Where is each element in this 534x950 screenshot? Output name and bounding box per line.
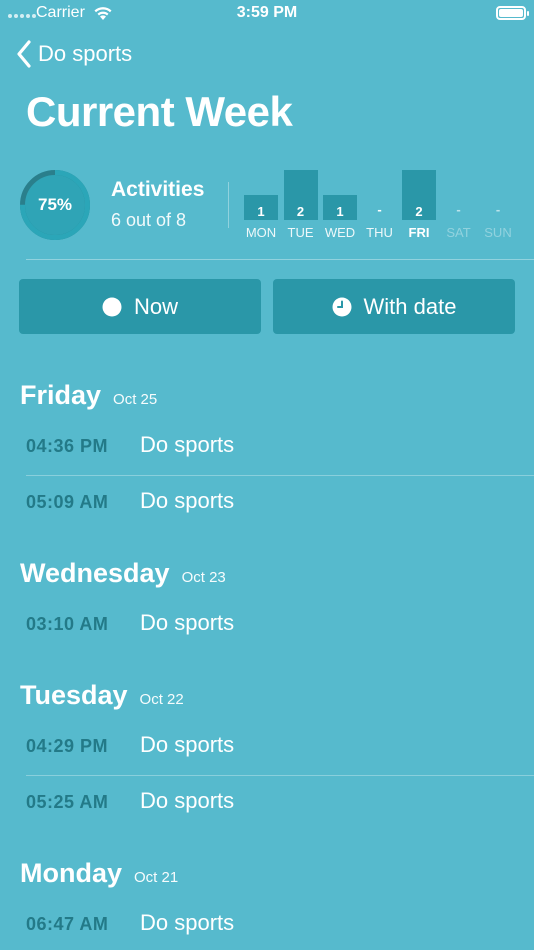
section-header: Monday Oct 21 — [20, 858, 178, 889]
chart-day-thu: - THU — [363, 166, 397, 246]
section-day: Monday — [20, 858, 123, 888]
chart-day-label: TUE — [287, 225, 314, 240]
section-header: Tuesday Oct 22 — [20, 680, 184, 711]
divider — [26, 259, 534, 260]
activities-title: Activities — [111, 178, 205, 201]
status-bar: Carrier 3:59 PM — [0, 0, 534, 28]
battery-icon — [496, 6, 529, 20]
chevron-left-icon — [17, 40, 31, 68]
chart-value-label: 2 — [415, 204, 423, 219]
section-date: Oct 21 — [134, 869, 179, 886]
entry-time: 06:47 AM — [26, 914, 109, 934]
status-time: 3:59 PM — [236, 4, 298, 21]
section-date: Oct 23 — [181, 569, 226, 586]
entry-time: 05:25 AM — [26, 792, 109, 812]
section-date: Oct 25 — [113, 391, 158, 408]
chart-day-sat: - SAT — [442, 166, 476, 246]
divider — [228, 182, 229, 228]
entry-label: Do sports — [140, 910, 235, 935]
progress-percent: 75% — [37, 195, 73, 214]
chart-day-label: SUN — [484, 225, 512, 240]
with-date-button[interactable]: With date — [273, 279, 515, 334]
list-item[interactable]: 05:09 AM Do sports — [0, 476, 534, 532]
weekly-bar-chart: 1 MON 2 TUE 1 WED - THU 2 FRI - SAT - SUN — [240, 166, 520, 246]
section-day: Wednesday — [20, 558, 170, 588]
list-item[interactable]: 04:36 PM Do sports — [0, 420, 534, 476]
list-item[interactable]: 05:25 AM Do sports — [0, 776, 534, 832]
chart-value-label: 1 — [257, 204, 265, 219]
chart-day-label: SAT — [446, 225, 471, 240]
entry-label: Do sports — [140, 788, 235, 813]
entry-label: Do sports — [140, 732, 235, 757]
chart-value-label: - — [495, 202, 501, 217]
entry-label: Do sports — [140, 610, 235, 635]
chart-value-label: 1 — [336, 204, 344, 219]
chart-day-sun: - SUN — [481, 166, 515, 246]
chart-value-label: - — [456, 202, 461, 217]
entry-label: Do sports — [140, 488, 235, 513]
entry-label: Do sports — [140, 432, 235, 457]
chart-value-label: - — [377, 202, 382, 217]
chart-day-label: WED — [324, 225, 356, 240]
back-button[interactable]: Do sports — [16, 40, 132, 68]
section-date: Oct 22 — [139, 691, 184, 708]
entry-time: 04:29 PM — [26, 736, 109, 756]
circle-icon — [102, 297, 122, 317]
section-day: Friday — [20, 380, 102, 410]
chart-day-tue: 2 TUE — [283, 166, 318, 246]
chart-day-label: THU — [366, 225, 393, 240]
section-day: Tuesday — [20, 680, 128, 710]
page-title: Current Week — [26, 88, 293, 135]
entry-time: 05:09 AM — [26, 492, 109, 512]
back-label: Do sports — [38, 41, 133, 66]
section-header: Wednesday Oct 23 — [20, 558, 226, 589]
now-button[interactable]: Now — [19, 279, 261, 334]
entry-time: 04:36 PM — [26, 436, 109, 456]
list-item[interactable]: 04:29 PM Do sports — [0, 720, 534, 776]
clock-icon — [332, 297, 352, 317]
entry-time: 03:10 AM — [26, 614, 109, 634]
with-date-button-label: With date — [363, 293, 457, 319]
chart-value-label: 2 — [296, 204, 305, 219]
chart-day-label: MON — [245, 225, 277, 240]
chart-day-mon: 1 MON — [244, 166, 278, 246]
activities-count: 6 out of 8 — [111, 210, 187, 230]
chart-day-label: FRI — [408, 225, 430, 240]
chart-day-wed: 1 WED — [323, 166, 357, 246]
list-item[interactable]: 06:47 AM Do sports — [0, 898, 534, 950]
section-header: Friday Oct 25 — [20, 380, 157, 411]
list-item[interactable]: 03:10 AM Do sports — [0, 598, 534, 654]
now-button-label: Now — [133, 293, 178, 319]
chart-day-fri: 2 FRI — [402, 166, 436, 246]
